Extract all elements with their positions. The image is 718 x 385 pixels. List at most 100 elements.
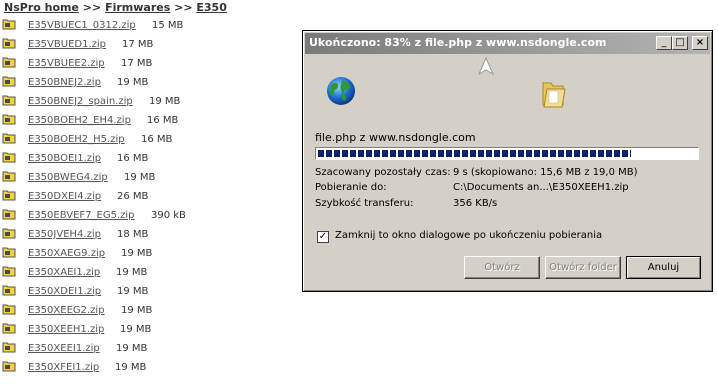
download-source: file.php z www.nsdongle.com	[315, 131, 476, 144]
dialog-titlebar[interactable]: Ukończono: 83% z file.php z www.nsdongle…	[305, 33, 710, 54]
open-button[interactable]: Otwórz	[464, 256, 540, 279]
file-size: 19 MB	[121, 305, 153, 316]
file-link[interactable]: E350XEEH1.zip	[28, 320, 104, 339]
file-size: 15 MB	[152, 20, 184, 31]
progress-fill	[318, 150, 632, 157]
file-row: E350XEEI1.zip 19 MB	[2, 339, 302, 358]
file-row: E350XEEG2.zip 19 MB	[2, 301, 302, 320]
file-link[interactable]: E350XFEI1.zip	[28, 358, 99, 377]
file-row: E35VBUEE2.zip 17 MB	[2, 54, 302, 73]
download-dialog: Ukończono: 83% z file.php z www.nsdongle…	[302, 30, 713, 292]
file-size: 19 MB	[120, 324, 152, 335]
folder-icon	[2, 266, 16, 277]
close-on-complete-label[interactable]: Zamknij to okno dialogowe po ukończeniu …	[335, 230, 602, 241]
file-link[interactable]: E350BOEI1.zip	[28, 149, 101, 168]
file-row: E35VBUED1.zip 17 MB	[2, 35, 302, 54]
file-size: 16 MB	[147, 115, 179, 126]
folder-icon	[2, 133, 16, 144]
file-size: 19 MB	[116, 343, 148, 354]
download-progress-bar	[315, 147, 699, 160]
file-size: 19 MB	[116, 267, 148, 278]
folder-icon	[2, 361, 16, 372]
file-link[interactable]: E350XEEI1.zip	[28, 339, 100, 358]
file-link[interactable]: E350DXEI4.zip	[28, 187, 101, 206]
file-link[interactable]: E350XAEI1.zip	[28, 263, 100, 282]
folder-icon	[2, 190, 16, 201]
folder-icon	[2, 114, 16, 125]
file-row: E350XDEI1.zip 19 MB	[2, 282, 302, 301]
file-link[interactable]: E350EBVEF7_EG5.zip	[28, 206, 135, 225]
file-link[interactable]: E350XDEI1.zip	[28, 282, 101, 301]
flying-document-icon	[477, 56, 495, 76]
file-row: E350DXEI4.zip 26 MB	[2, 187, 302, 206]
file-row: E35VBUEC1_0312.zip 15 MB	[2, 16, 302, 35]
folder-icon	[2, 285, 16, 296]
folder-icon	[2, 95, 16, 106]
folder-icon	[2, 342, 16, 353]
file-link[interactable]: E35VBUEE2.zip	[28, 54, 105, 73]
breadcrumb-model-link[interactable]: E350	[196, 1, 226, 14]
file-size: 26 MB	[117, 191, 149, 202]
file-link[interactable]: E350XEEG2.zip	[28, 301, 105, 320]
globe-icon	[327, 77, 355, 105]
file-link[interactable]: E350BNEJ2_spain.zip	[28, 92, 133, 111]
file-size: 18 MB	[117, 229, 149, 240]
file-row: E350BOEI1.zip 16 MB	[2, 149, 302, 168]
file-size: 16 MB	[117, 153, 149, 164]
file-size: 19 MB	[115, 362, 147, 373]
file-row: E350BNEJ2_spain.zip 19 MB	[2, 92, 302, 111]
file-size: 19 MB	[117, 77, 149, 88]
folder-icon	[2, 171, 16, 182]
folder-icon	[2, 304, 16, 315]
info-transfer-rate: Szybkość transferu: 356 KB/s	[315, 198, 497, 209]
file-link[interactable]: E350BNEJ2.zip	[28, 73, 101, 92]
folder-icon	[2, 228, 16, 239]
folder-icon	[2, 152, 16, 163]
close-button[interactable]: ×	[692, 36, 708, 50]
folder-icon	[2, 19, 16, 30]
breadcrumb-separator: >>	[174, 1, 193, 14]
file-row: E350XEEH1.zip 19 MB	[2, 320, 302, 339]
info-download-to: Pobieranie do: C:\Documents an...\E350XEE…	[315, 182, 629, 193]
file-link[interactable]: E35VBUED1.zip	[28, 35, 106, 54]
info-value: C:\Documents an...\E350XEEH1.zip	[453, 182, 629, 193]
file-size: 19 MB	[121, 248, 153, 259]
minimize-button[interactable]: _	[656, 36, 672, 50]
breadcrumb: NsPro home >> Firmwares >> E350	[4, 1, 227, 14]
info-time-remaining: Szacowany pozostały czas: 9 s (skopiowano…	[315, 167, 638, 178]
file-size: 17 MB	[122, 39, 154, 50]
info-value: 356 KB/s	[453, 198, 498, 209]
maximize-button[interactable]: □	[672, 36, 688, 50]
folder-icon	[2, 38, 16, 49]
file-row: E350XAEG9.zip 19 MB	[2, 244, 302, 263]
info-label: Pobieranie do:	[315, 182, 387, 193]
file-size: 390 kB	[151, 210, 186, 221]
file-size: 19 MB	[124, 172, 156, 183]
file-row: E350XAEI1.zip 19 MB	[2, 263, 302, 282]
folder-icon	[2, 247, 16, 258]
file-link[interactable]: E350BOEH2_EH4.zip	[28, 111, 131, 130]
folder-icon	[2, 209, 16, 220]
close-on-complete-checkbox[interactable]: ✓	[317, 231, 329, 243]
breadcrumb-home-link[interactable]: NsPro home	[4, 1, 79, 14]
cancel-button[interactable]: Anuluj	[626, 256, 701, 279]
file-link[interactable]: E35VBUEC1_0312.zip	[28, 16, 136, 35]
folder-icon	[2, 323, 16, 334]
file-row: E350BOEH2_EH4.zip 16 MB	[2, 111, 302, 130]
open-folder-button[interactable]: Otwórz folder	[545, 256, 621, 279]
file-link[interactable]: E350XAEG9.zip	[28, 244, 105, 263]
file-row: E350EBVEF7_EG5.zip 390 kB	[2, 206, 302, 225]
file-link[interactable]: E350BWEG4.zip	[28, 168, 108, 187]
file-row: E350BNEJ2.zip 19 MB	[2, 73, 302, 92]
file-row: E350XFEI1.zip 19 MB	[2, 358, 302, 377]
info-label: Szybkość transferu:	[315, 198, 414, 209]
breadcrumb-firmwares-link[interactable]: Firmwares	[105, 1, 170, 14]
file-row: E350JVEH4.zip 18 MB	[2, 225, 302, 244]
folder-icon	[2, 76, 16, 87]
file-link[interactable]: E350BOEH2_H5.zip	[28, 130, 125, 149]
file-size: 17 MB	[121, 58, 153, 69]
file-link[interactable]: E350JVEH4.zip	[28, 225, 101, 244]
file-size: 19 MB	[149, 96, 181, 107]
file-list: E35VBUEC1_0312.zip 15 MB E35VBUED1.zip 17 M…	[2, 16, 302, 377]
breadcrumb-separator: >>	[82, 1, 102, 14]
